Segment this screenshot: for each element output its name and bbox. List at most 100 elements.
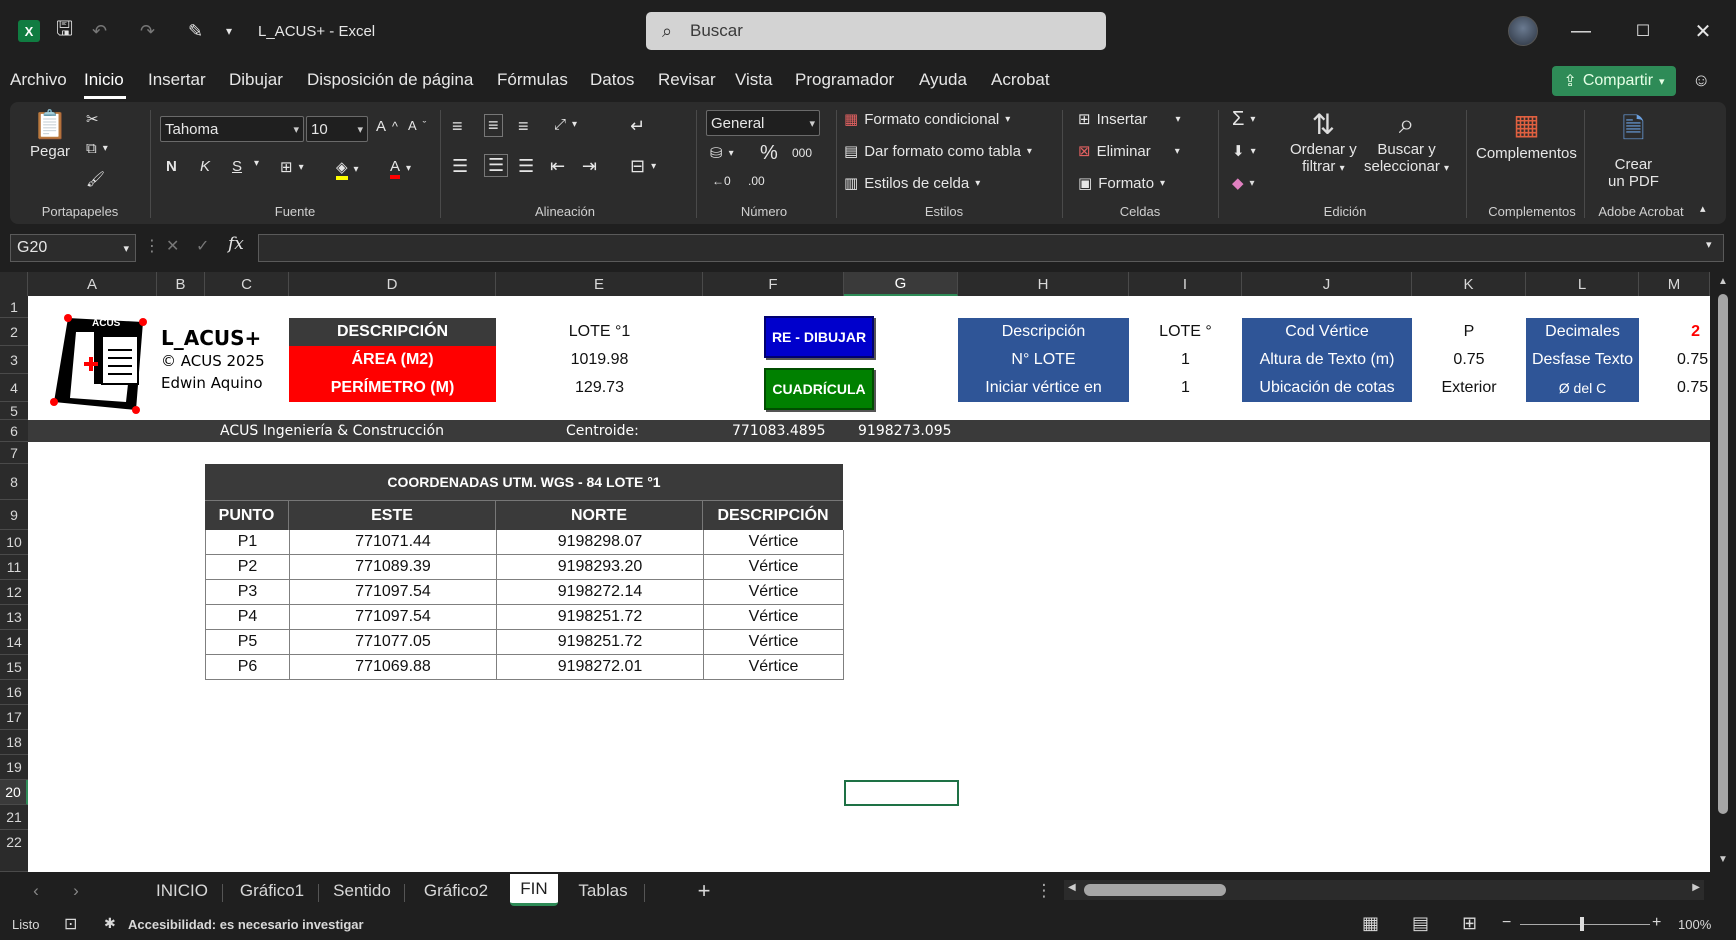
font-size-select[interactable]: 10 ▾ — [306, 116, 368, 142]
setting-label[interactable]: Decimales — [1526, 318, 1639, 346]
table-cell[interactable]: P3 — [206, 580, 290, 605]
align-center-icon[interactable]: ☰ — [484, 154, 509, 177]
vertical-scrollbar[interactable]: ▲ ▼ — [1710, 272, 1736, 872]
coords-header[interactable]: NORTE — [496, 500, 703, 530]
search-box[interactable]: ⌕ Buscar — [646, 12, 1106, 50]
row-header[interactable]: 8 — [0, 464, 28, 500]
conditional-format-button[interactable]: ▦ Formato condicional ▾ — [844, 110, 1010, 129]
area-value-cell[interactable]: 1019.98 — [496, 346, 703, 374]
table-cell[interactable]: 771097.54 — [290, 580, 497, 605]
create-pdf-button[interactable]: 🗎 Crear un PDF — [1608, 108, 1659, 190]
row-header[interactable]: 21 — [0, 805, 28, 830]
tab-sentido[interactable]: Sentido — [322, 878, 402, 904]
redo-icon[interactable]: ↷ — [140, 18, 155, 44]
table-cell[interactable]: Vértice — [704, 530, 844, 555]
clear-icon[interactable]: ◆ ▾ — [1232, 174, 1255, 192]
collapse-ribbon-icon[interactable]: ▴ — [1700, 202, 1706, 215]
table-cell[interactable]: P4 — [206, 605, 290, 630]
addins-button[interactable]: ▦ Complementos — [1476, 108, 1577, 162]
table-cell[interactable]: P6 — [206, 655, 290, 680]
row-header[interactable]: 22 — [0, 830, 28, 872]
setting-label[interactable]: Descripción — [958, 318, 1129, 346]
tab-split-icon[interactable]: ⋮ — [1034, 878, 1054, 904]
select-all-corner[interactable] — [0, 272, 28, 296]
increase-decimal-icon[interactable]: ←0 — [712, 174, 731, 188]
tab-next-icon[interactable]: › — [66, 878, 86, 904]
setting-label[interactable]: N° LOTE — [958, 346, 1129, 374]
setting-value[interactable]: 1 — [1129, 374, 1242, 402]
zoom-out-icon[interactable]: − — [1502, 914, 1511, 932]
table-cell[interactable]: 9198251.72 — [497, 630, 704, 655]
table-cell[interactable]: Vértice — [704, 580, 844, 605]
scroll-right-icon[interactable]: ▶ — [1692, 882, 1700, 893]
minimize-icon[interactable]: — — [1566, 16, 1596, 46]
enter-icon[interactable]: ✓ — [196, 236, 209, 256]
tab-prev-icon[interactable]: ‹ — [26, 878, 46, 904]
setting-value[interactable]: Exterior — [1412, 374, 1526, 402]
column-header-g[interactable]: G — [844, 272, 958, 296]
menu-acrobat[interactable]: Acrobat — [991, 70, 1050, 90]
align-left-icon[interactable]: ☰ — [452, 156, 468, 177]
column-header-d[interactable]: D — [289, 272, 496, 296]
menu-datos[interactable]: Datos — [590, 70, 634, 90]
column-header-k[interactable]: K — [1412, 272, 1526, 296]
table-cell[interactable]: 771097.54 — [290, 605, 497, 630]
paste-button[interactable]: 📋 Pegar — [30, 108, 70, 160]
add-sheet-icon[interactable]: + — [690, 878, 718, 904]
row-header[interactable]: 6 — [0, 420, 28, 442]
align-bottom-icon[interactable]: ≡ — [518, 116, 529, 137]
menu-formulas[interactable]: Fórmulas — [497, 70, 568, 90]
table-cell[interactable]: 9198251.72 — [497, 605, 704, 630]
table-cell[interactable]: P2 — [206, 555, 290, 580]
desc-label-cell[interactable]: DESCRIPCIÓN — [289, 318, 496, 346]
setting-label[interactable]: Altura de Texto (m) — [1242, 346, 1412, 374]
scroll-down-icon[interactable]: ▼ — [1718, 854, 1728, 865]
column-header-i[interactable]: I — [1129, 272, 1242, 296]
increase-font-icon[interactable]: A ^ — [376, 118, 398, 135]
setting-value[interactable]: 0.75 — [1639, 374, 1710, 402]
name-box[interactable]: G20 ▾ — [10, 234, 136, 262]
row-header[interactable]: 20 — [0, 780, 28, 805]
close-icon[interactable]: ✕ — [1688, 16, 1718, 46]
align-top-icon[interactable]: ≡ — [452, 116, 463, 137]
perimeter-value-cell[interactable]: 129.73 — [496, 374, 703, 402]
row-header[interactable]: 14 — [0, 630, 28, 655]
coords-header[interactable]: PUNTO — [205, 500, 289, 530]
row-header[interactable]: 9 — [0, 500, 28, 530]
setting-value[interactable]: 0.75 — [1639, 346, 1710, 374]
customize-qat-icon[interactable]: ▾ — [226, 18, 232, 44]
underline-dropdown-icon[interactable]: ▾ — [254, 158, 259, 169]
cell-styles-button[interactable]: ▥ Estilos de celda ▾ — [844, 174, 980, 193]
area-label-cell[interactable]: ÁREA (M2) — [289, 346, 496, 374]
column-header-e[interactable]: E — [496, 272, 703, 296]
find-select-button[interactable]: ⌕ Buscar y seleccionar ▾ — [1364, 108, 1449, 175]
table-cell[interactable]: 9198293.20 — [497, 555, 704, 580]
undo-icon[interactable]: ↶ — [92, 18, 107, 44]
row-header[interactable]: 11 — [0, 555, 28, 580]
scroll-left-icon[interactable]: ◀ — [1068, 882, 1076, 893]
format-painter-icon[interactable]: 🖌 — [86, 170, 105, 188]
column-header-l[interactable]: L — [1526, 272, 1639, 296]
row-header[interactable]: 12 — [0, 580, 28, 605]
decrease-indent-icon[interactable]: ⇤ — [550, 156, 565, 177]
insert-cells-button[interactable]: ⊞ Insertar ▾ — [1078, 110, 1180, 129]
coords-title[interactable]: COORDENADAS UTM. WGS - 84 LOTE °1 — [205, 464, 843, 500]
align-middle-icon[interactable]: ≡ — [484, 114, 503, 137]
fill-color-icon[interactable]: ◈ ▾ — [336, 158, 359, 180]
share-button[interactable]: ⇪ Compartir ▾ — [1552, 66, 1676, 96]
row-header[interactable]: 3 — [0, 346, 28, 374]
form-icon[interactable]: ✎ — [188, 18, 203, 44]
cut-icon[interactable]: ✂ — [86, 110, 99, 128]
menu-disposicion[interactable]: Disposición de página — [307, 70, 473, 90]
grid-button[interactable]: CUADRÍCULA — [764, 368, 874, 410]
borders-icon[interactable]: ⊞ ▾ — [280, 158, 304, 176]
menu-dibujar[interactable]: Dibujar — [229, 70, 283, 90]
delete-cells-button[interactable]: ⊠ Eliminar ▾ — [1078, 142, 1180, 161]
table-cell[interactable]: 9198272.01 — [497, 655, 704, 680]
merge-center-icon[interactable]: ⊟ ▾ — [630, 156, 656, 177]
menu-inicio[interactable]: Inicio — [84, 70, 124, 90]
orientation-icon[interactable]: ⤢ ▾ — [554, 116, 577, 133]
font-color-icon[interactable]: A ▾ — [390, 158, 411, 179]
zoom-slider[interactable] — [1520, 924, 1650, 925]
page-layout-icon[interactable]: ▤ — [1412, 913, 1429, 934]
